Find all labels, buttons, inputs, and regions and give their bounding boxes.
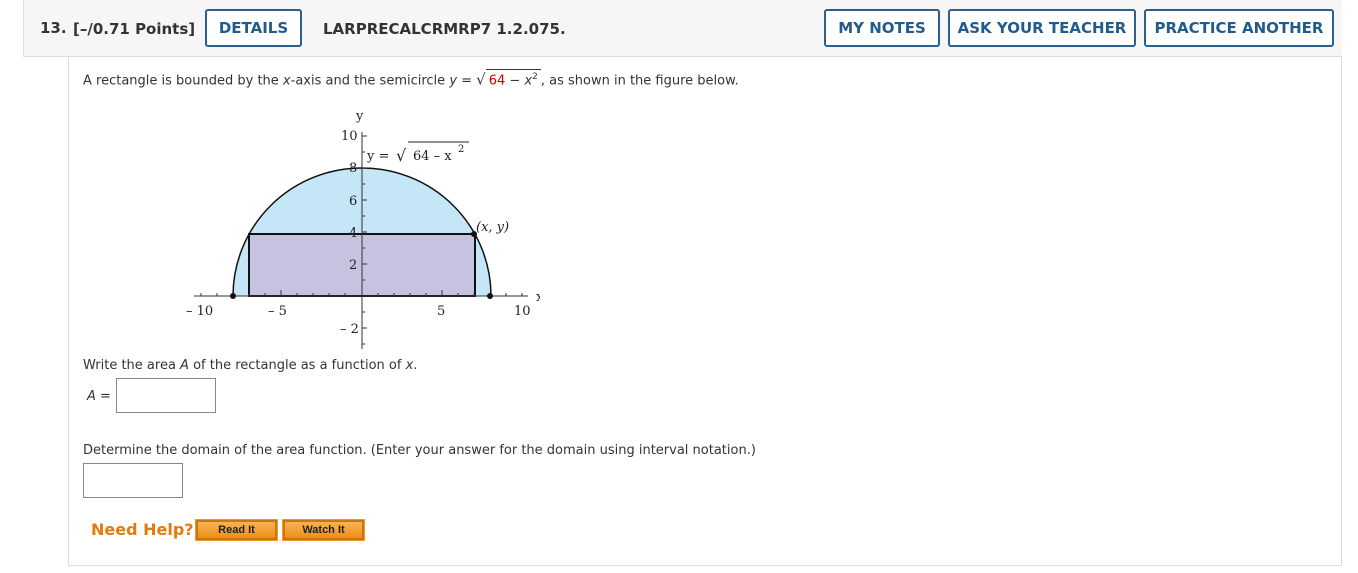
point-label: (x, y) (476, 220, 509, 235)
curve-label-radicand: 64 – x (413, 149, 452, 164)
watch-it-button[interactable]: Watch It (282, 519, 365, 541)
read-it-button[interactable]: Read It (195, 519, 278, 541)
question-header: 13. [–/0.71 Points] DETAILS LARPRECALCRM… (23, 0, 1342, 57)
x-tick-label: 5 (437, 304, 445, 319)
equation-radicand: 64 − x2 (485, 69, 541, 88)
question-code: LARPRECALCRMRP7 1.2.075. (323, 20, 566, 38)
question-area-prompt: Write the area A of the rectangle as a f… (83, 358, 418, 373)
curve-label-lhs: y = (366, 149, 394, 164)
x-tick-label: 10 (514, 304, 531, 319)
area-function-input[interactable] (116, 378, 216, 413)
y-tick-label: 8 (349, 161, 357, 176)
y-tick-label: 2 (349, 258, 357, 273)
question-domain-prompt: Determine the domain of the area functio… (83, 443, 756, 458)
curve-label-sqrt-sign: √ (396, 146, 407, 165)
answer-a-label: A = (87, 389, 111, 404)
semicircle-rectangle-figure: y x – 10 – 5 5 10 10 8 6 4 2 – 2 y = √ 6… (186, 109, 540, 349)
y-tick-label: 6 (349, 194, 357, 209)
x-axis-label: x (536, 290, 540, 305)
sqrt-sign: √ (476, 70, 486, 89)
ask-your-teacher-button[interactable]: ASK YOUR TEACHER (948, 9, 1136, 47)
need-help-label: Need Help? (91, 520, 194, 539)
right-endpoint (487, 293, 493, 299)
y-axis-label: y (355, 109, 364, 124)
x-tick-label: – 5 (268, 304, 287, 319)
left-endpoint (230, 293, 236, 299)
practice-another-button[interactable]: PRACTICE ANOTHER (1144, 9, 1334, 47)
points-label: [–/0.71 Points] (73, 20, 196, 38)
domain-input[interactable] (83, 463, 183, 498)
curve-label-exponent: 2 (458, 144, 464, 155)
my-notes-button[interactable]: MY NOTES (824, 9, 940, 47)
question-number: 13. (40, 19, 67, 37)
x-tick-label: – 10 (186, 304, 213, 319)
y-tick-label: 4 (349, 226, 357, 241)
problem-intro: A rectangle is bounded by the x-axis and… (83, 69, 739, 89)
y-tick-label: – 2 (340, 322, 359, 337)
y-tick-label: 10 (341, 129, 358, 144)
details-button[interactable]: DETAILS (205, 9, 302, 47)
